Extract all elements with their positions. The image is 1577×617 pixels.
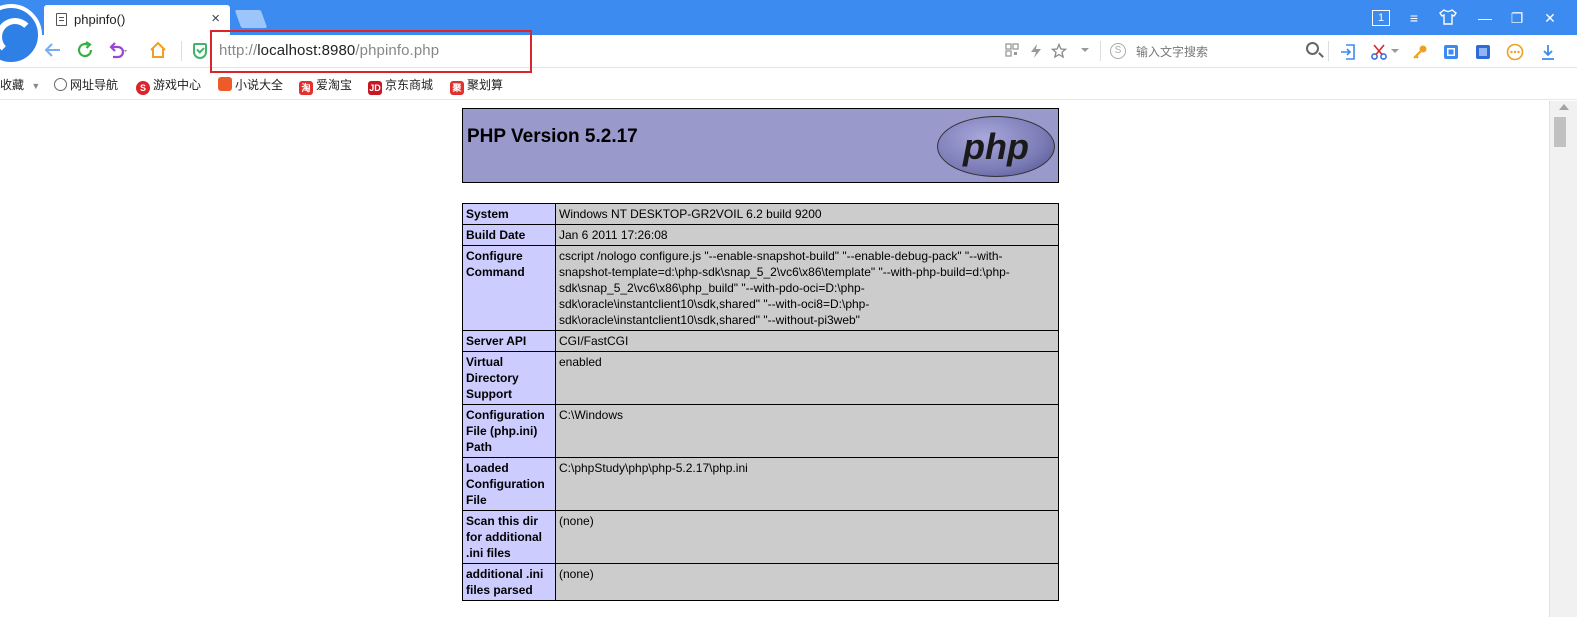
table-row: Loaded Configuration File C:\phpStudy\php… <box>462 457 1059 511</box>
search-placeholder: 输入文字搜索 <box>1136 45 1209 59</box>
row-value: C:\Windows <box>555 404 1059 458</box>
table-row: Configuration File (php.ini) Path C:\Wind… <box>462 404 1059 458</box>
bookmark-favorites[interactable]: 收藏 ▼ <box>0 76 40 93</box>
bookmark-label: 网址导航 <box>70 78 119 92</box>
home-icon[interactable] <box>147 40 169 62</box>
login-icon[interactable] <box>1339 43 1357 61</box>
juhuasuan-icon: 聚 <box>450 81 464 95</box>
new-tab-button[interactable] <box>234 10 268 28</box>
bookmark-web-navigation[interactable]: 网址导航 <box>54 76 118 93</box>
taobao-icon: 淘 <box>299 81 313 95</box>
key-icon[interactable] <box>1411 43 1429 61</box>
skin-icon[interactable] <box>1438 9 1458 27</box>
bookmark-taobao[interactable]: 淘爱淘宝 <box>299 76 352 95</box>
row-value: cscript /nologo configure.js "--enable-s… <box>555 245 1059 331</box>
row-key: System <box>462 203 556 225</box>
table-row: Server API CGI/FastCGI <box>462 330 1059 352</box>
table-row: Configure Command cscript /nologo configu… <box>462 245 1059 331</box>
screenshot-icon[interactable] <box>1442 43 1460 61</box>
game-icon: S <box>136 81 150 95</box>
row-key: Scan this dir for additional .ini files <box>462 510 556 564</box>
back-arrow-icon[interactable] <box>42 40 64 62</box>
tab-count-icon[interactable]: 1 <box>1372 10 1390 26</box>
reader-icon[interactable] <box>1474 43 1492 61</box>
page-title: PHP Version 5.2.17 <box>467 126 638 147</box>
bookmark-novels[interactable]: 小说大全 <box>218 76 283 93</box>
table-row: Virtual Directory Support enabled <box>462 351 1059 405</box>
refresh-icon[interactable] <box>74 40 96 62</box>
row-key: Configure Command <box>462 245 556 331</box>
jd-icon: JD <box>368 81 382 95</box>
bookmark-game-center[interactable]: S 游戏中心 <box>136 76 201 95</box>
search-input[interactable]: S 输入文字搜索 <box>1110 40 1325 64</box>
row-value: (none) <box>555 510 1059 564</box>
row-key: Loaded Configuration File <box>462 457 556 511</box>
php-logo-text: php <box>963 126 1029 167</box>
book-icon <box>218 77 232 91</box>
table-row: Build Date Jan 6 2011 17:26:08 <box>462 224 1059 246</box>
star-icon[interactable] <box>1050 42 1068 61</box>
restore-button[interactable]: ❐ <box>1508 9 1526 27</box>
row-key: Build Date <box>462 224 556 246</box>
row-value: Jan 6 2011 17:26:08 <box>555 224 1059 246</box>
bookmark-label: 收藏 <box>0 78 25 92</box>
page-icon <box>56 13 67 26</box>
bookmark-label: 聚划算 <box>467 78 504 92</box>
row-value: (none) <box>555 563 1059 601</box>
close-window-button[interactable]: ✕ <box>1541 9 1559 27</box>
row-value: CGI/FastCGI <box>555 330 1059 352</box>
bookmark-label: 小说大全 <box>235 78 284 92</box>
row-value: enabled <box>555 351 1059 405</box>
page-content: PHP Version 5.2.17 php System Windows NT … <box>0 101 1549 617</box>
table-row: Scan this dir for additional .ini files(… <box>462 510 1059 564</box>
bookmark-label: 爱淘宝 <box>316 78 353 92</box>
separator <box>1328 41 1329 61</box>
row-key: Server API <box>462 330 556 352</box>
tab-title: phpinfo() <box>74 12 126 27</box>
row-value: Windows NT DESKTOP-GR2VOIL 6.2 build 920… <box>555 203 1059 225</box>
row-key: Virtual Directory Support <box>462 351 556 405</box>
php-logo[interactable]: php <box>937 116 1055 177</box>
minimize-button[interactable]: — <box>1476 9 1494 27</box>
bookmark-jd[interactable]: JD 京东商城 <box>368 76 433 95</box>
tab-close-button[interactable]: × <box>211 10 220 28</box>
chevron-down-icon: ▼ <box>31 81 41 91</box>
more-options-icon[interactable] <box>1506 43 1524 61</box>
separator <box>181 41 182 61</box>
address-bar-highlight <box>210 30 532 73</box>
search-engine-icon[interactable]: S <box>1110 43 1126 59</box>
row-value: C:\phpStudy\php\php-5.2.17\php.ini <box>555 457 1059 511</box>
globe-icon <box>54 78 67 91</box>
download-icon[interactable] <box>1539 43 1557 61</box>
security-shield-icon[interactable] <box>193 43 207 59</box>
vertical-scrollbar[interactable] <box>1549 101 1577 617</box>
row-key: additional .ini files parsed <box>462 563 556 601</box>
separator <box>1100 41 1101 61</box>
scissors-icon[interactable] <box>1370 43 1388 61</box>
qr-code-icon[interactable] <box>1003 43 1021 61</box>
tab-phpinfo[interactable]: phpinfo() × <box>44 5 230 35</box>
table-row: additional .ini files parsed (none) <box>462 563 1059 601</box>
php-version-header: PHP Version 5.2.17 php <box>462 108 1059 183</box>
bookmark-label: 京东商城 <box>385 78 434 92</box>
bookmark-label: 游戏中心 <box>153 78 202 92</box>
row-key: Configuration File (php.ini) Path <box>462 404 556 458</box>
chevron-down-icon[interactable] <box>1076 43 1094 61</box>
undo-icon[interactable] <box>106 40 128 62</box>
menu-icon[interactable]: ≡ <box>1405 9 1423 27</box>
search-icon[interactable] <box>1306 42 1319 55</box>
lightning-icon[interactable] <box>1027 43 1045 61</box>
chevron-down-icon[interactable] <box>1390 43 1400 61</box>
php-info-table: System Windows NT DESKTOP-GR2VOIL 6.2 bui… <box>462 203 1059 601</box>
scroll-thumb[interactable] <box>1554 117 1566 147</box>
scroll-up-arrow-icon[interactable] <box>1559 104 1569 110</box>
bookmark-juhuasuan[interactable]: 聚聚划算 <box>450 76 503 95</box>
table-row: System Windows NT DESKTOP-GR2VOIL 6.2 bui… <box>462 203 1059 225</box>
